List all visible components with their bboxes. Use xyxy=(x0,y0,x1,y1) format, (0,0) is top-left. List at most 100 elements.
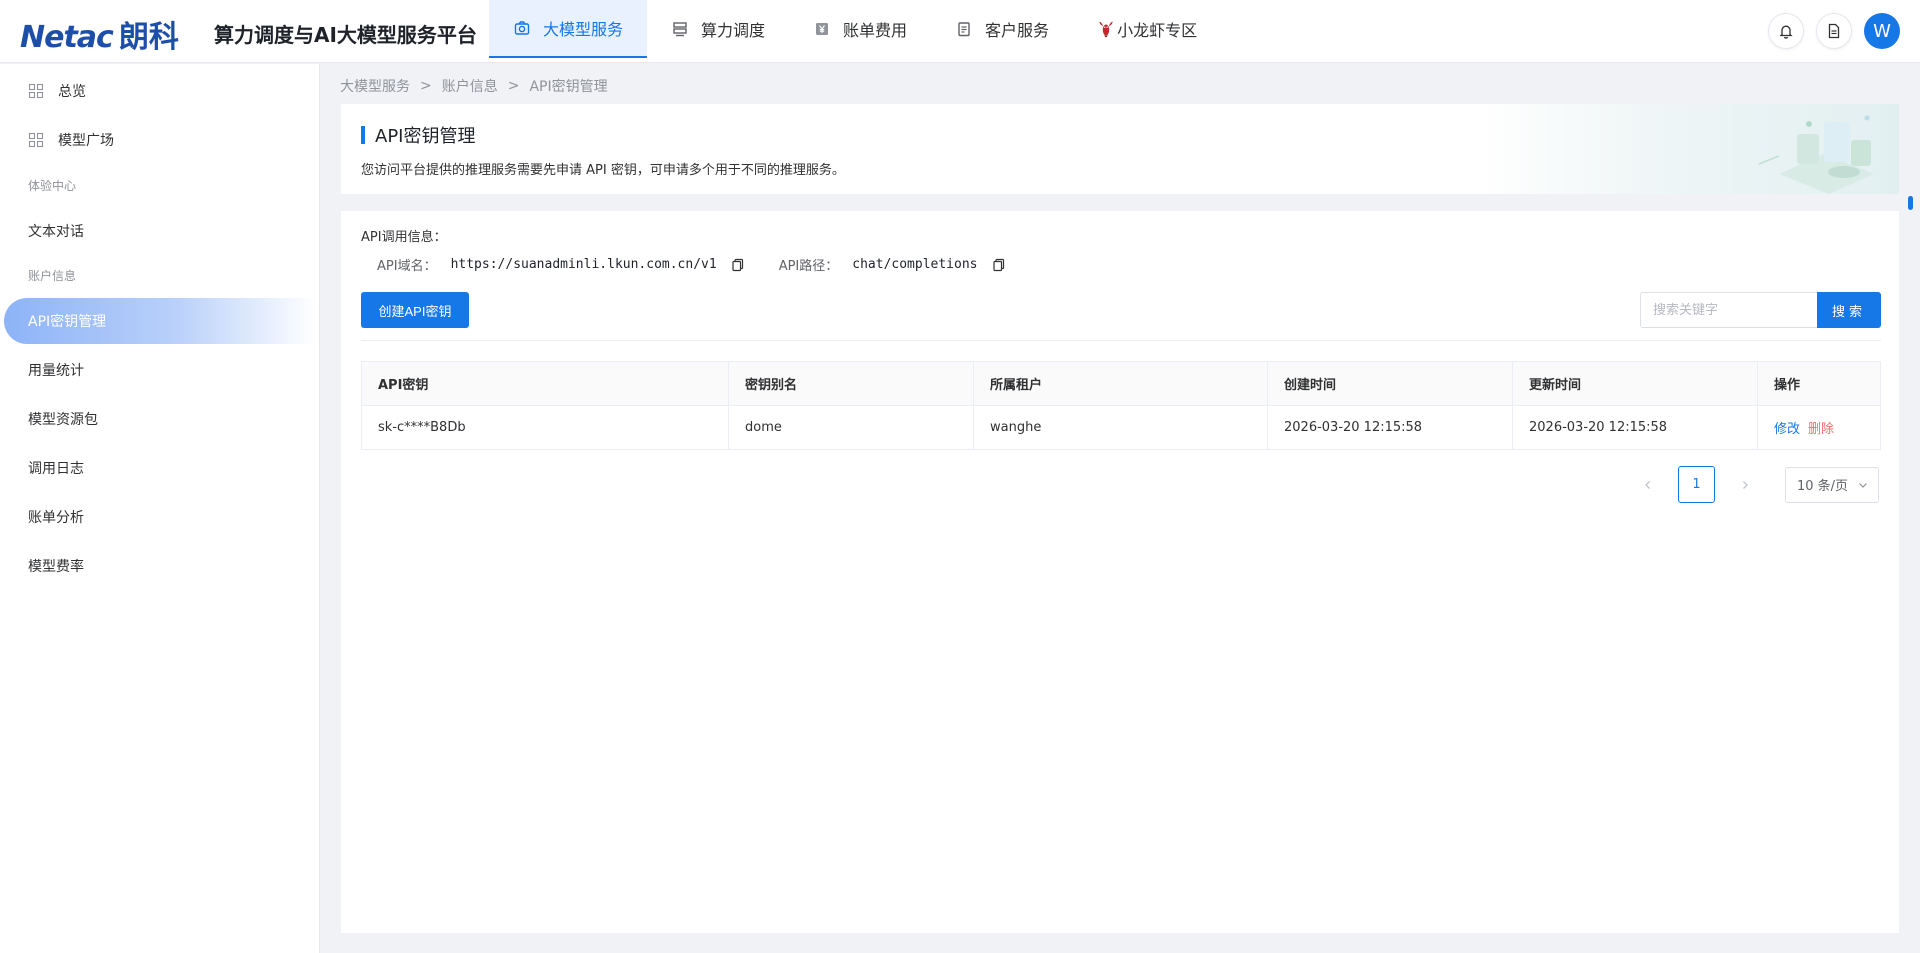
sidebar-item-api-key-management[interactable]: API密钥管理 xyxy=(4,298,316,344)
chevron-down-icon xyxy=(1859,482,1867,488)
logo-cn-text: 朗科 xyxy=(118,20,179,55)
delete-link[interactable]: 删除 xyxy=(1808,422,1834,437)
api-domain-value: https://suanadminli.lkun.com.cn/v1 xyxy=(450,257,717,272)
nav-item-customer-service[interactable]: 客户服务 xyxy=(931,0,1073,58)
breadcrumb-item[interactable]: 大模型服务 xyxy=(340,76,410,96)
sidebar-item-call-logs[interactable]: 调用日志 xyxy=(0,446,320,490)
column-header: 所属租户 xyxy=(973,361,1268,406)
document-icon xyxy=(1828,23,1840,39)
sidebar-group-account: 账户信息 xyxy=(28,269,77,283)
pagination: 1 10 条/页 xyxy=(1630,466,1879,503)
nav-item-billing[interactable]: 账单费用 xyxy=(789,0,931,58)
copy-path-button[interactable] xyxy=(992,258,1006,272)
page-size-value: 10 条/页 xyxy=(1797,479,1849,494)
sidebar-item-label: API密钥管理 xyxy=(28,314,107,330)
chevron-right-icon xyxy=(1743,480,1748,489)
table-header-row: API密钥 密钥别名 所属租户 创建时间 更新时间 操作 xyxy=(361,361,1881,406)
table-row: sk-c****B8Db dome wanghe 2026-03-20 12:1… xyxy=(361,405,1881,450)
nav-item-label: 小龙虾专区 xyxy=(1117,21,1198,40)
api-path-value: chat/completions xyxy=(852,257,978,272)
logo-en-text: Netac xyxy=(20,20,114,55)
user-avatar[interactable]: W xyxy=(1864,13,1900,49)
header-actions: W xyxy=(1756,13,1900,49)
breadcrumb-item[interactable]: 账户信息 xyxy=(442,76,498,96)
sidebar-item-label: 调用日志 xyxy=(28,461,84,477)
sidebar-item-overview[interactable]: 总览 xyxy=(0,69,320,113)
platform-title: 算力调度与AI大模型服务平台 xyxy=(214,23,477,47)
nav-item-lobster-zone[interactable]: 小龙虾专区 xyxy=(1073,0,1221,58)
chevron-right-icon: > xyxy=(420,78,432,94)
sidebar-item-label: 文本对话 xyxy=(28,224,84,240)
sidebar: 总览 模型广场 体验中心 文本对话 账户信息 API密钥管理 用量统计 模型资源… xyxy=(0,64,320,953)
sidebar-item-label: 模型资源包 xyxy=(28,412,98,428)
chevron-right-icon: > xyxy=(507,78,520,94)
top-nav: 大模型服务 算力调度 账单费用 客户服务 小龙虾专区 xyxy=(489,0,1221,58)
breadcrumb: 大模型服务 > 账户信息 > API密钥管理 xyxy=(340,76,608,96)
page-description: 您访问平台提供的推理服务需要先申请 API 密钥，可申请多个用于不同的推理服务。 xyxy=(361,163,845,178)
page-scrollbar[interactable] xyxy=(1908,196,1913,210)
copy-domain-button[interactable] xyxy=(731,258,745,272)
prev-page-button[interactable] xyxy=(1630,467,1666,503)
sidebar-item-model-packages[interactable]: 模型资源包 xyxy=(0,397,320,441)
edit-link[interactable]: 修改 xyxy=(1774,422,1800,437)
nav-item-label: 算力调度 xyxy=(701,21,766,40)
page-size-select[interactable]: 10 条/页 xyxy=(1785,466,1879,503)
notification-button[interactable] xyxy=(1768,13,1804,49)
sidebar-item-bill-analysis[interactable]: 账单分析 xyxy=(0,495,320,539)
search-input[interactable] xyxy=(1640,292,1817,328)
cell-api-key: sk-c****B8Db xyxy=(361,405,729,450)
chevron-left-icon xyxy=(1645,480,1650,489)
sidebar-group-experience: 体验中心 xyxy=(28,179,77,193)
page-number[interactable]: 1 xyxy=(1678,466,1715,503)
api-domain-label: API域名： xyxy=(377,259,437,274)
sidebar-item-usage-stats[interactable]: 用量统计 xyxy=(0,348,320,392)
page-title: API密钥管理 xyxy=(375,126,476,147)
banner-illustration xyxy=(1479,104,1899,194)
sidebar-item-label: 模型费率 xyxy=(28,559,84,575)
grid-icon xyxy=(28,132,44,148)
nav-item-label: 大模型服务 xyxy=(543,20,624,39)
nav-item-llm-service[interactable]: 大模型服务 xyxy=(489,0,648,58)
copy-icon xyxy=(732,258,743,271)
column-header: 创建时间 xyxy=(1267,361,1513,406)
cell-created-time: 2026-03-20 12:15:58 xyxy=(1267,405,1513,450)
sidebar-item-model-plaza[interactable]: 模型广场 xyxy=(0,118,320,162)
api-path-label: API路径： xyxy=(778,259,839,274)
copy-icon xyxy=(992,258,1004,271)
sidebar-item-model-rates[interactable]: 模型费率 xyxy=(0,544,320,588)
column-header: API密钥 xyxy=(361,361,729,406)
title-accent-bar xyxy=(361,126,365,144)
api-info-line: API域名： https://suanadminli.lkun.com.cn/v… xyxy=(377,255,1040,274)
netac-logo[interactable]: Netac 朗科 xyxy=(20,12,179,56)
cell-tenant: wanghe xyxy=(973,405,1268,450)
grid-icon xyxy=(28,83,44,99)
clipboard-icon xyxy=(955,20,973,38)
sidebar-item-label: 账单分析 xyxy=(28,510,84,526)
sidebar-item-label: 总览 xyxy=(58,84,86,100)
nav-item-compute-scheduling[interactable]: 算力调度 xyxy=(647,0,789,58)
document-button[interactable] xyxy=(1816,13,1852,49)
column-header: 密钥别名 xyxy=(728,361,974,406)
cell-updated-time: 2026-03-20 12:15:58 xyxy=(1512,405,1758,450)
lobster-icon xyxy=(1097,20,1115,38)
cell-alias: dome xyxy=(728,405,974,450)
sidebar-item-text-chat[interactable]: 文本对话 xyxy=(0,209,320,253)
sidebar-item-label: 模型广场 xyxy=(58,133,114,149)
create-api-key-button[interactable]: 创建API密钥 xyxy=(361,292,469,328)
sidebar-item-label: 用量统计 xyxy=(28,363,84,379)
top-header: Netac 朗科 算力调度与AI大模型服务平台 大模型服务 算力调度 账单费用 xyxy=(0,0,1920,63)
breadcrumb-item-current: API密钥管理 xyxy=(529,79,608,95)
search-button[interactable]: 搜索 xyxy=(1817,292,1881,328)
api-info-title: API调用信息： xyxy=(361,230,447,245)
main-panel: API调用信息： API域名： https://suanadminli.lkun… xyxy=(341,211,1899,933)
column-header: 操作 xyxy=(1757,361,1881,406)
api-key-table: API密钥 密钥别名 所属租户 创建时间 更新时间 操作 sk-c****B8D… xyxy=(361,361,1881,450)
nav-item-label: 客户服务 xyxy=(985,21,1050,40)
bell-icon xyxy=(1779,25,1793,39)
camera-icon xyxy=(513,19,531,37)
divider xyxy=(361,340,1881,341)
next-page-button[interactable] xyxy=(1727,467,1763,503)
column-header: 更新时间 xyxy=(1512,361,1758,406)
cell-actions: 修改 删除 xyxy=(1757,405,1881,450)
nav-item-label: 账单费用 xyxy=(843,21,908,40)
